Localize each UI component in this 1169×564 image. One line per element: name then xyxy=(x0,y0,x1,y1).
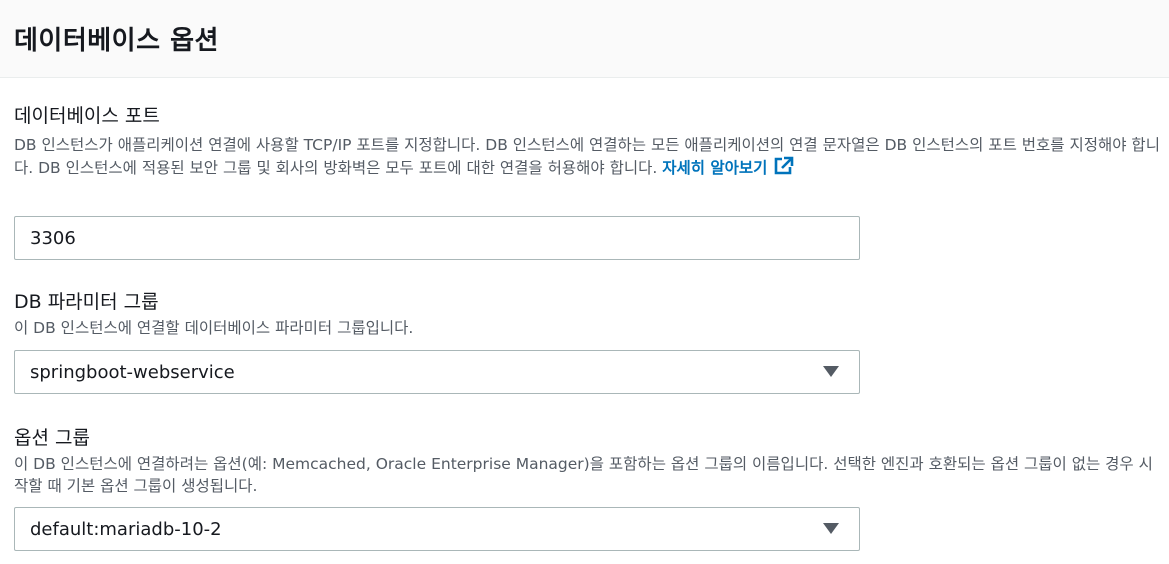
db-parameter-group-label: DB 파라미터 그룹 xyxy=(14,291,159,313)
database-port-label: 데이터베이스 포트 xyxy=(14,105,160,127)
db-parameter-group-field: DB 파라미터 그룹 이 DB 인스턴스에 연결할 데이터베이스 파라미터 그룹… xyxy=(14,290,1164,394)
database-port-description: DB 인스턴스가 애플리케이션 연결에 사용할 TCP/IP 포트를 지정합니다… xyxy=(14,134,1164,182)
section-header: 데이터베이스 옵션 xyxy=(0,0,1169,78)
db-parameter-group-description: 이 DB 인스턴스에 연결할 데이터베이스 파라미터 그룹입니다. xyxy=(14,319,414,337)
option-group-label: 옵션 그룹 xyxy=(14,427,90,449)
learn-more-link[interactable]: 자세히 알아보기 xyxy=(662,156,795,177)
database-port-value: 3306 xyxy=(30,227,76,249)
caret-down-icon xyxy=(823,366,839,377)
db-parameter-group-value: springboot-webservice xyxy=(30,361,235,383)
option-group-select[interactable]: default:mariadb-10-2 xyxy=(14,507,860,551)
database-port-field: 데이터베이스 포트 DB 인스턴스가 애플리케이션 연결에 사용할 TCP/IP… xyxy=(14,104,1164,260)
database-port-input[interactable]: 3306 xyxy=(14,216,860,260)
learn-more-label: 자세히 알아보기 xyxy=(662,159,768,177)
caret-down-icon xyxy=(823,523,839,534)
db-parameter-group-select[interactable]: springboot-webservice xyxy=(14,350,860,394)
option-group-description: 이 DB 인스턴스에 연결하려는 옵션(예: Memcached, Oracle… xyxy=(14,455,1153,495)
database-port-description-text: DB 인스턴스가 애플리케이션 연결에 사용할 TCP/IP 포트를 지정합니다… xyxy=(14,136,1160,177)
external-link-icon xyxy=(773,156,795,182)
option-group-value: default:mariadb-10-2 xyxy=(30,518,222,540)
option-group-field: 옵션 그룹 이 DB 인스턴스에 연결하려는 옵션(예: Memcached, … xyxy=(14,426,1164,551)
section-title: 데이터베이스 옵션 xyxy=(14,26,219,56)
